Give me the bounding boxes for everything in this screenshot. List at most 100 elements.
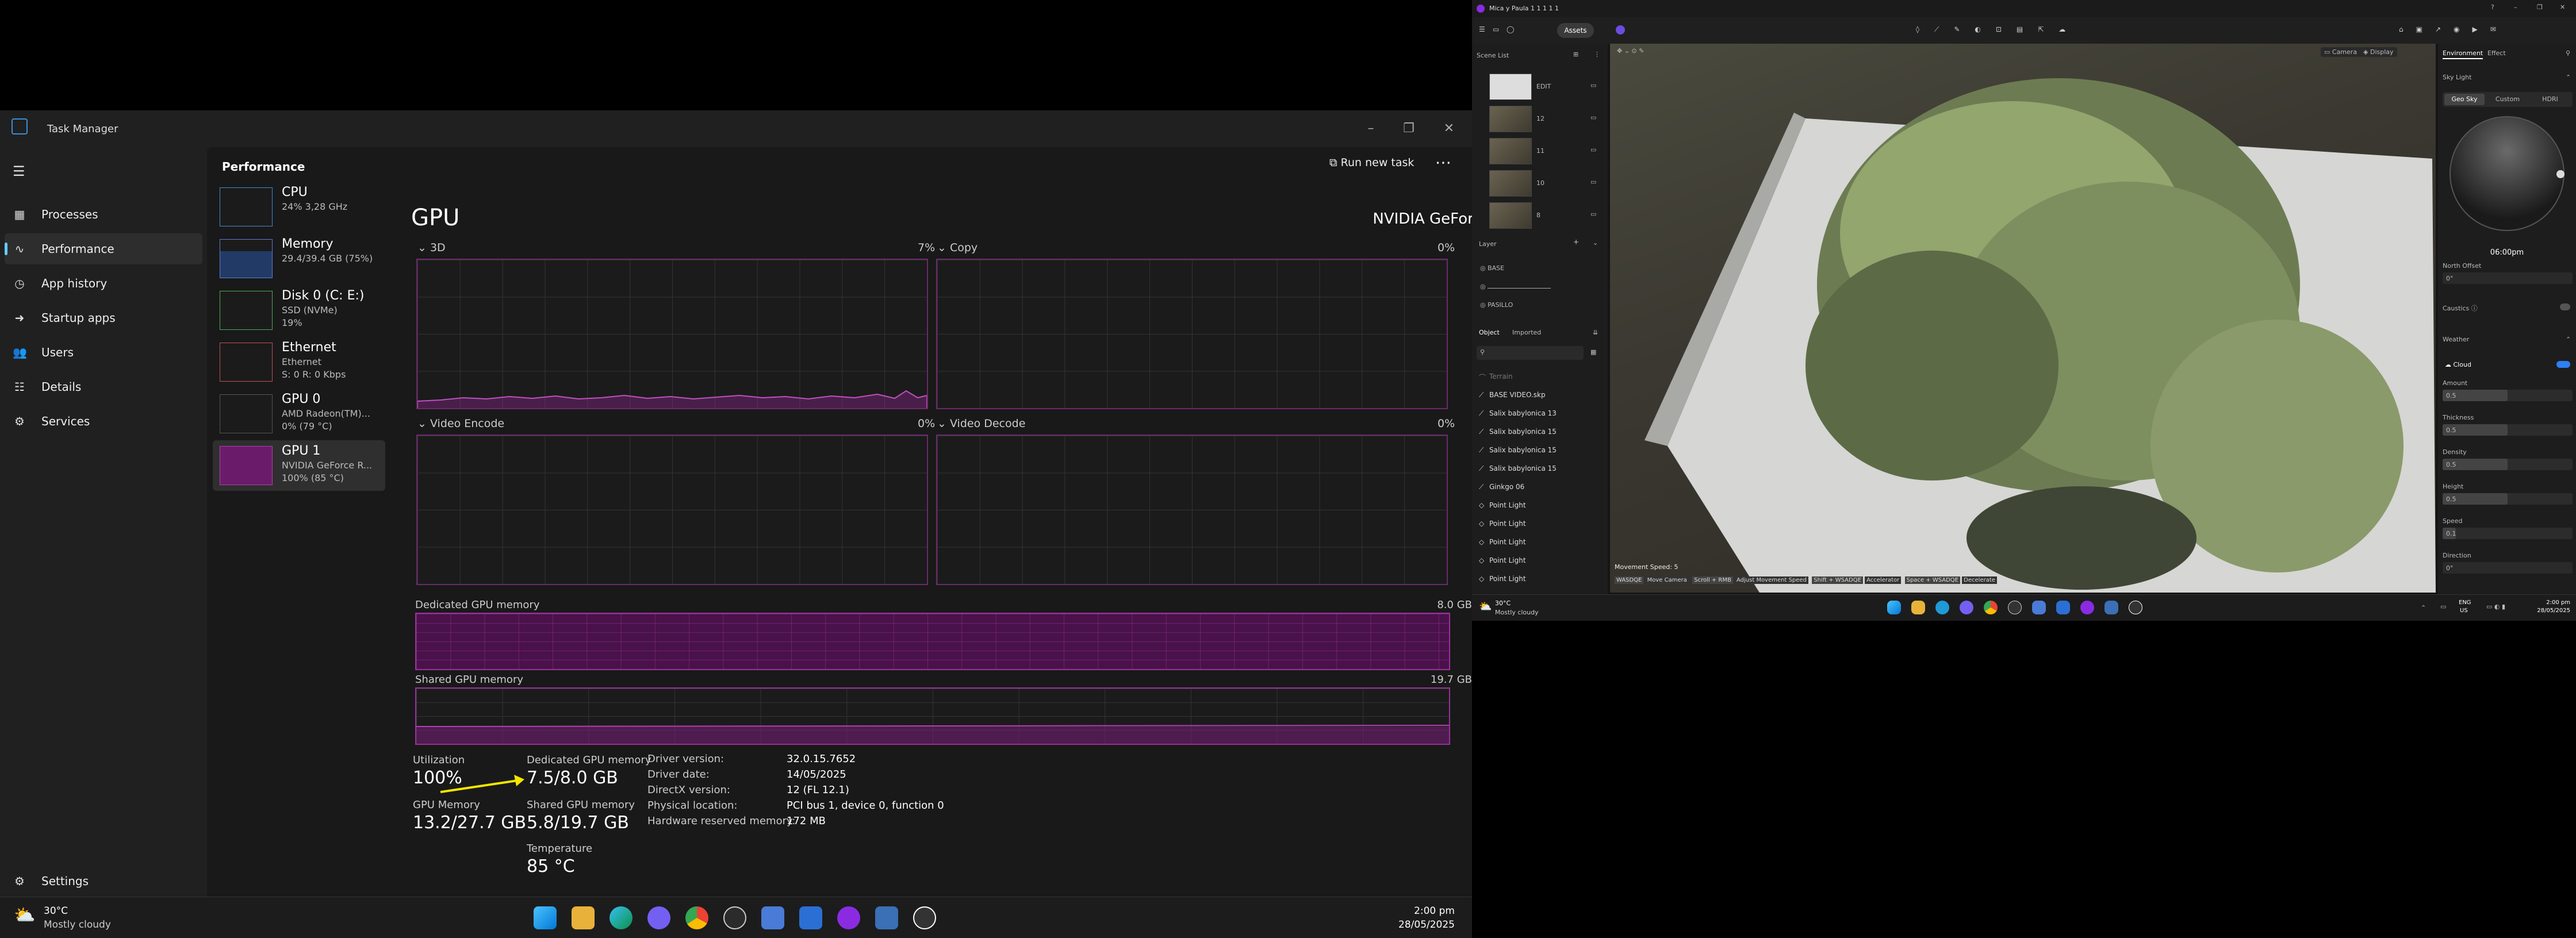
file-explorer-icon[interactable] xyxy=(1911,601,1925,614)
nav-startup-apps[interactable]: ➜ Startup apps xyxy=(5,302,202,333)
start-icon[interactable] xyxy=(534,906,557,929)
display-button[interactable]: ◈ Display xyxy=(2360,47,2397,57)
tray-chevron-icon[interactable]: ⌃ xyxy=(2421,604,2426,612)
clock-time[interactable]: 2:00 pm xyxy=(2530,599,2570,606)
chevron-up-icon[interactable]: ⌃ xyxy=(2566,336,2571,343)
north-offset-input[interactable]: 0° xyxy=(2443,272,2573,284)
language-code[interactable]: ENG xyxy=(2459,599,2471,606)
resource-gpu0[interactable]: GPU 0 AMD Radeon(TM)... 0% (79 °C) xyxy=(213,389,385,439)
file-icon[interactable]: ▭ xyxy=(1493,25,1499,33)
nav-details[interactable]: ☷ Details xyxy=(5,371,202,402)
chat-icon[interactable]: ◯ xyxy=(1506,25,1514,33)
feather-app-icon[interactable] xyxy=(2032,601,2046,614)
resource-cpu[interactable]: CPU 24% 3,28 GHz xyxy=(213,182,385,232)
object-item[interactable]: ⟋ Salix babylonica 15 xyxy=(1479,428,1557,436)
d5-render-icon[interactable] xyxy=(2080,601,2094,614)
thickness-slider[interactable]: 0.5 xyxy=(2443,424,2573,436)
object-item[interactable]: ◇ Point Light xyxy=(1479,575,1526,583)
render-icons[interactable]: ⌂▣↗◉▶✉ xyxy=(2399,25,2509,33)
graph-encode-label[interactable]: ⌄ Video Encode xyxy=(417,417,504,430)
more-options-icon[interactable]: ⋯ xyxy=(1435,153,1451,172)
caustics-toggle[interactable] xyxy=(2560,303,2570,310)
clock-date[interactable]: 28/05/2025 xyxy=(1386,919,1455,931)
tool-icons[interactable]: ◊⟋✎◐⊡▤⇱☁ xyxy=(1916,25,2080,34)
photos-icon[interactable] xyxy=(875,906,898,929)
feather-app-icon[interactable] xyxy=(761,906,784,929)
language-region[interactable]: US xyxy=(2460,608,2468,614)
object-item[interactable]: ⟋ Salix babylonica 15 xyxy=(1479,446,1557,454)
weather-icon[interactable]: ⛅ xyxy=(14,905,35,925)
nav-settings[interactable]: ⚙ Settings xyxy=(5,866,202,897)
layer-menu-icon[interactable]: ⌄ xyxy=(1593,239,1598,247)
weather-icon[interactable]: ⛅ xyxy=(1479,601,1492,613)
layer-row[interactable]: ◎ xyxy=(1480,283,1551,290)
minimize-icon[interactable]: – xyxy=(1360,118,1381,139)
nav-app-history[interactable]: ◷ App history xyxy=(5,268,202,299)
object-item[interactable]: ⌒ Terrain xyxy=(1479,372,1513,382)
object-item[interactable]: ◇ Point Light xyxy=(1479,556,1526,564)
scene-item[interactable]: EDIT ▭ xyxy=(1489,72,1604,101)
clock-date[interactable]: 28/05/2025 xyxy=(2528,608,2570,614)
chat-icon[interactable] xyxy=(2129,601,2142,614)
todo-icon[interactable] xyxy=(799,906,822,929)
camera-button[interactable]: ▭ Camera xyxy=(2321,47,2361,57)
start-icon[interactable] xyxy=(1887,601,1901,614)
menu-icon[interactable]: ☰ xyxy=(1479,25,1485,33)
viewport[interactable]: ✥ ⌄ ⊙ ✎ ▭ Camera ◈ Display Movement Spee… xyxy=(1610,44,2436,593)
sun-handle-icon[interactable] xyxy=(2556,170,2564,178)
graph-decode-label[interactable]: ⌄ Video Decode xyxy=(937,417,1025,430)
hamburger-menu-icon[interactable]: ☰ xyxy=(13,163,25,179)
clock-time[interactable]: 2:00 pm xyxy=(1392,905,1455,917)
close-icon[interactable]: ✕ xyxy=(2560,3,2565,11)
object-item[interactable]: ⟋ Salix babylonica 13 xyxy=(1479,409,1557,417)
scene-item[interactable]: 8 ▭ xyxy=(1489,201,1604,230)
help-icon[interactable]: ? xyxy=(2491,3,2494,11)
object-item[interactable]: ◇ Point Light xyxy=(1479,520,1526,528)
direction-input[interactable]: 0° xyxy=(2443,562,2573,574)
todo-icon[interactable] xyxy=(2056,601,2070,614)
viber-icon[interactable] xyxy=(1960,601,1973,614)
minimize-icon[interactable]: – xyxy=(2514,3,2517,11)
resource-disk[interactable]: Disk 0 (C: E:) SSD (NVMe) 19% xyxy=(213,285,385,336)
layer-row[interactable]: ◎ BASE xyxy=(1480,264,1504,272)
object-search-input[interactable]: ⚲ xyxy=(1477,346,1584,360)
geo-sky-button[interactable]: Geo Sky xyxy=(2444,94,2485,105)
photos-icon[interactable] xyxy=(2104,601,2118,614)
d5-render-icon[interactable] xyxy=(837,906,860,929)
edge-icon[interactable] xyxy=(610,906,632,929)
resource-gpu1[interactable]: GPU 1 NVIDIA GeForce R... 100% (85 °C) xyxy=(213,440,385,491)
pin-icon[interactable]: ⚲ xyxy=(2566,49,2570,57)
tab-imported[interactable]: Imported xyxy=(1512,329,1541,336)
file-explorer-icon[interactable] xyxy=(572,906,595,929)
run-new-task-button[interactable]: ⧉ Run new task xyxy=(1329,156,1414,169)
nav-services[interactable]: ⚙ Services xyxy=(5,406,202,437)
maximize-icon[interactable]: ❐ xyxy=(2537,3,2543,11)
tab-object[interactable]: Object xyxy=(1479,329,1500,336)
object-item[interactable]: ◇ Point Light xyxy=(1479,538,1526,546)
object-item[interactable]: ⟋ Salix babylonica 15 xyxy=(1479,464,1557,472)
viber-icon[interactable] xyxy=(647,906,670,929)
custom-sky-button[interactable]: Custom xyxy=(2487,95,2528,103)
nav-users[interactable]: 👥 Users xyxy=(5,337,202,368)
resource-ethernet[interactable]: Ethernet Ethernet S: 0 R: 0 Kbps xyxy=(213,337,385,387)
resource-memory[interactable]: Memory 29.4/39.4 GB (75%) xyxy=(213,233,385,284)
object-item[interactable]: ⟋ BASE VIDEO.skp xyxy=(1479,391,1546,399)
assets-button[interactable]: Assets xyxy=(1557,23,1594,38)
add-layer-icon[interactable]: + xyxy=(1573,238,1579,246)
grid-view-icon[interactable]: ▦ xyxy=(1590,348,1596,356)
hdri-button[interactable]: HDRI xyxy=(2530,95,2570,103)
tab-effect[interactable]: Effect xyxy=(2487,49,2506,57)
close-icon[interactable]: ✕ xyxy=(1439,118,1459,139)
layer-row[interactable]: ◎ PASILLO xyxy=(1480,301,1513,309)
tray-app-icon[interactable]: ▭ xyxy=(2440,603,2446,610)
network-volume-battery-icon[interactable]: ▭ ◐ ▮ xyxy=(2486,603,2505,610)
tab-environment[interactable]: Environment xyxy=(2443,49,2483,59)
graph-copy-label[interactable]: ⌄ Copy xyxy=(937,241,977,254)
chrome-icon[interactable] xyxy=(1984,601,1998,614)
edge-icon[interactable] xyxy=(1935,601,1949,614)
ai-icon[interactable] xyxy=(1616,25,1625,34)
chevron-up-icon[interactable]: ⌃ xyxy=(2566,74,2571,81)
add-scene-icon[interactable]: ⊞ xyxy=(1573,51,1578,58)
scene-menu-icon[interactable]: ⋮ xyxy=(1594,51,1600,58)
collapse-icon[interactable]: ⇊ xyxy=(1593,329,1598,336)
